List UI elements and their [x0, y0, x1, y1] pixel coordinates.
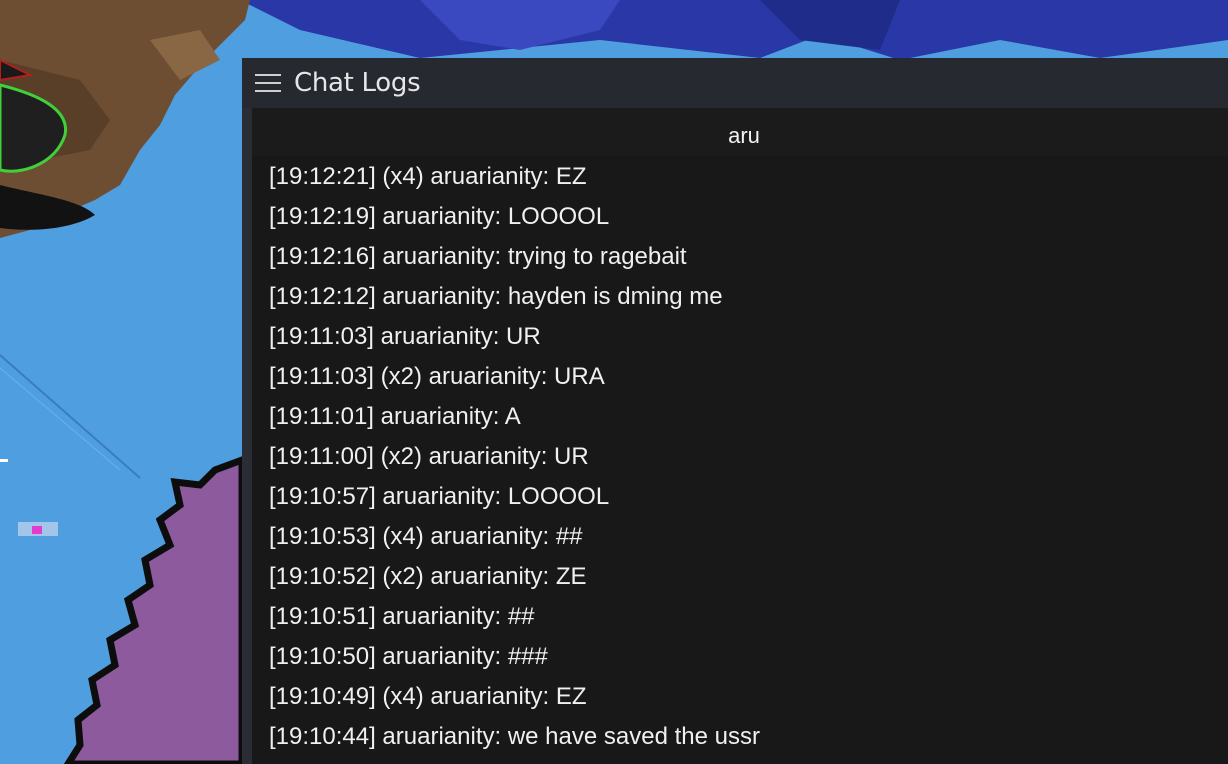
chat-log-line: [19:10:57] aruarianity: LOOOOL — [269, 483, 610, 510]
chat-log-line: [19:12:19] aruarianity: LOOOOL — [269, 203, 610, 230]
chat-log-line: [19:12:12] aruarianity: hayden is dming … — [269, 283, 723, 310]
chat-log-line: [19:10:44] aruarianity: we have saved th… — [269, 723, 760, 750]
chat-log-line: [19:12:21] (x4) aruarianity: EZ — [269, 163, 587, 190]
chat-log-line: [19:11:00] (x2) aruarianity: UR — [269, 443, 589, 470]
chat-log-line: [19:10:53] (x4) aruarianity: ## — [269, 523, 583, 550]
window-titlebar: Chat Logs — [242, 58, 1228, 108]
window-left-rail — [242, 108, 252, 764]
chat-log-line: [19:10:52] (x2) aruarianity: ZE — [269, 563, 587, 590]
chat-log-line: [19:10:50] aruarianity: ### — [269, 643, 548, 670]
chat-log-line: [19:11:03] (x2) aruarianity: URA — [269, 363, 605, 390]
chat-log-scroll-area[interactable]: [19:12:21] (x4) aruarianity: EZ [19:12:19… — [252, 156, 1228, 764]
log-filter-input[interactable] — [260, 116, 1228, 156]
chat-logs-window: Chat Logs [19:12:21] (x4) aruarianity: E… — [242, 58, 1228, 764]
chat-log-line: [19:11:01] aruarianity: A — [269, 403, 521, 430]
chat-log-line: [19:11:03] aruarianity: UR — [269, 323, 541, 350]
hamburger-menu-icon[interactable] — [255, 71, 281, 95]
chat-log-list: [19:12:21] (x4) aruarianity: EZ [19:12:19… — [252, 156, 1228, 756]
chat-log-line: [19:12:16] aruarianity: trying to rageba… — [269, 243, 687, 270]
chat-log-line: [19:10:49] (x4) aruarianity: EZ — [269, 683, 587, 710]
window-title: Chat Logs — [294, 68, 421, 98]
chat-log-line: [19:10:51] aruarianity: ## — [269, 603, 535, 630]
